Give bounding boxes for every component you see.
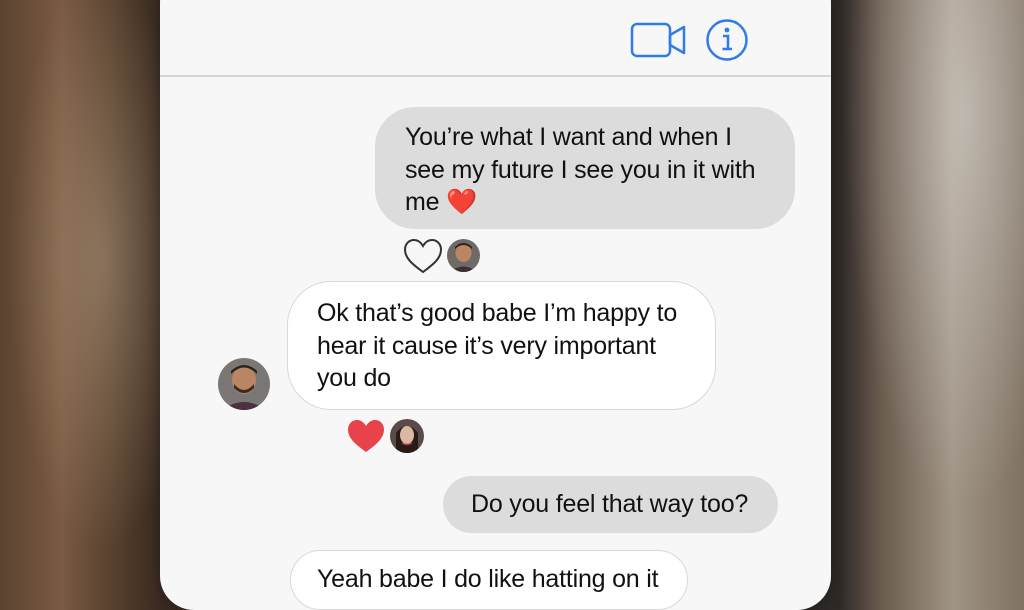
message-bubble-incoming[interactable]: Yeah babe I do like hatting on it	[290, 550, 688, 610]
background-blur-left	[0, 0, 170, 576]
heart-outline-icon[interactable]	[402, 237, 444, 275]
info-icon[interactable]	[705, 18, 749, 62]
message-bubble-outgoing[interactable]: You’re what I want and when I see my fut…	[375, 107, 795, 229]
heart-filled-icon[interactable]	[345, 417, 387, 455]
messages-screen: You’re what I want and when I see my fut…	[160, 0, 831, 610]
video-camera-icon[interactable]	[630, 20, 688, 60]
female-avatar	[390, 419, 424, 453]
message-bubble-incoming[interactable]: Ok that’s good babe I’m happy to hear it…	[287, 281, 716, 410]
conversation-header	[160, 0, 831, 77]
message-bubble-outgoing[interactable]: Do you feel that way too?	[443, 476, 778, 533]
background-blur-right	[824, 0, 1024, 576]
male-avatar	[447, 239, 480, 272]
male-avatar	[218, 358, 270, 410]
